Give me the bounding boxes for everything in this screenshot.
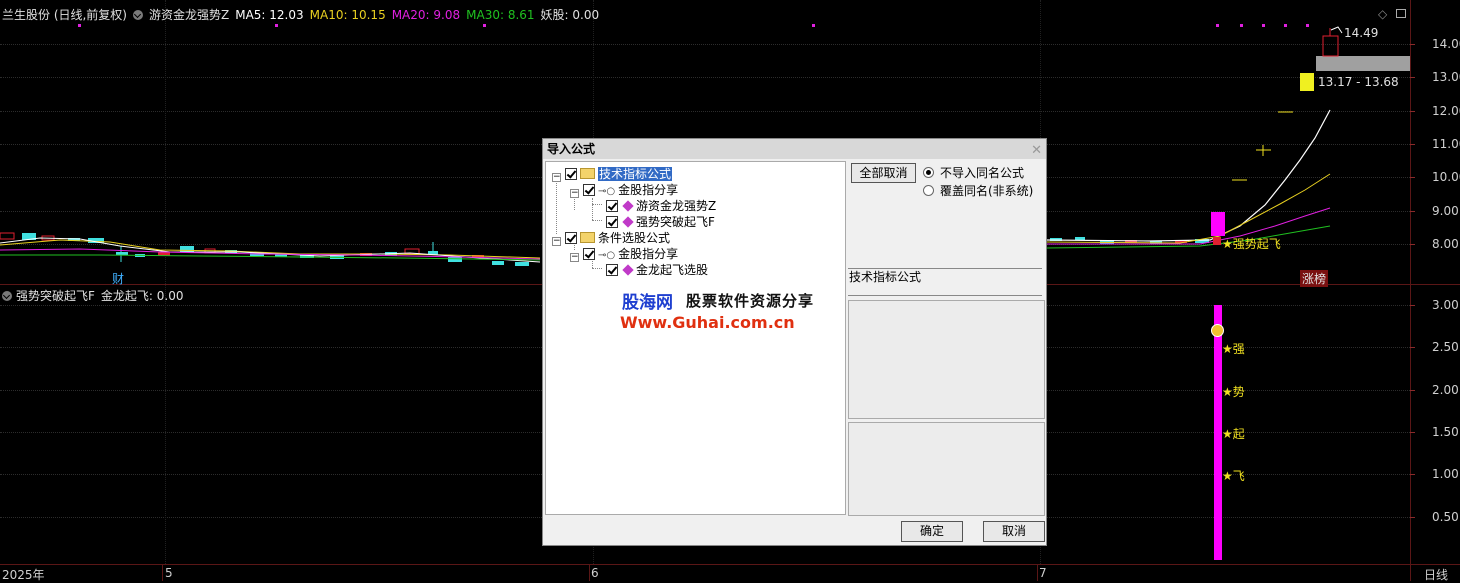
- zhangbang-badge[interactable]: 涨榜: [1300, 270, 1329, 287]
- checkbox-item2[interactable]: [606, 216, 618, 228]
- chart-header: 兰生股份 (日线,前复权) 游资金龙强势Z MA5: 12.03 MA10: 10.1…: [2, 6, 605, 23]
- tree-group-1[interactable]: − ⊸○ 金股指分享: [570, 182, 678, 198]
- sub-tick: 2.50: [1432, 340, 1459, 354]
- sub-tick: 3.00: [1432, 298, 1459, 312]
- price-tick: 9.00: [1432, 204, 1459, 218]
- signal-bar: [1214, 305, 1222, 560]
- cancel-all-button[interactable]: 全部取消: [851, 163, 916, 183]
- radio-icon[interactable]: [923, 167, 934, 178]
- collapse-icon[interactable]: −: [570, 189, 579, 198]
- yao-value: 妖股: 0.00: [540, 8, 600, 22]
- price-tick: 13.00: [1432, 70, 1460, 84]
- tree-label: 金股指分享: [618, 247, 679, 261]
- cancel-button[interactable]: 取消: [983, 521, 1045, 542]
- high-price-label: 14.49: [1344, 26, 1379, 40]
- option-overwrite[interactable]: 覆盖同名(非系统): [923, 182, 1033, 199]
- checkbox-root2[interactable]: [565, 232, 577, 244]
- ok-button[interactable]: 确定: [901, 521, 963, 542]
- checkbox-group1[interactable]: [583, 184, 595, 196]
- formula-tree[interactable]: − 技术指标公式 − ⊸○ 金股指分享 游资金龙强势Z 强势突破起飞F − 条件选股公式…: [545, 161, 846, 515]
- x-axis-border: [0, 564, 1460, 565]
- sub-tick: 2.00: [1432, 383, 1459, 397]
- x-month-label: 7: [1039, 566, 1047, 580]
- tree-group-2[interactable]: − ⊸○ 金股指分享: [570, 246, 678, 262]
- radio-icon[interactable]: [923, 185, 934, 196]
- tree-item-3[interactable]: 金龙起飞选股: [606, 262, 708, 278]
- window-toggle-icon[interactable]: [1396, 9, 1406, 18]
- price-tick: 10.00: [1432, 170, 1460, 184]
- tree-root-condition[interactable]: − 条件选股公式: [552, 230, 670, 246]
- checkbox-root1[interactable]: [565, 168, 577, 180]
- axis-border: [1410, 0, 1411, 581]
- tree-label: 金股指分享: [618, 183, 679, 197]
- sub-tick: 0.50: [1432, 510, 1459, 524]
- ma10-value: MA10: 10.15: [309, 8, 386, 22]
- close-icon[interactable]: ✕: [1031, 141, 1042, 161]
- formula-icon: [622, 264, 634, 276]
- collapse-icon[interactable]: −: [552, 173, 561, 182]
- tree-item-2[interactable]: 强势突破起飞F: [606, 214, 715, 230]
- option-label: 覆盖同名(非系统): [940, 184, 1034, 198]
- money-bag-icon: [1211, 324, 1224, 337]
- tree-label: 技术指标公式: [598, 167, 673, 181]
- sub-tick: 1.00: [1432, 467, 1459, 481]
- collapse-icon[interactable]: −: [552, 237, 561, 246]
- description-panel[interactable]: [848, 300, 1045, 419]
- star-label-2: ★势: [1222, 385, 1245, 399]
- sub-chart-header: 强势突破起飞F 金龙起飞: 0.00: [2, 287, 183, 304]
- parameter-panel[interactable]: [848, 422, 1045, 516]
- tree-label: 强势突破起飞F: [636, 215, 715, 229]
- category-label: 技术指标公式: [849, 270, 922, 284]
- indicator-name[interactable]: 游资金龙强势Z: [149, 8, 229, 22]
- range-label: 13.17 - 13.68: [1318, 75, 1399, 89]
- price-tick: 12.00: [1432, 104, 1460, 118]
- import-formula-dialog: 导入公式 ✕ − 技术指标公式 − ⊸○ 金股指分享 游资金龙强势Z 强势突破起飞F …: [542, 138, 1047, 546]
- x-month-label: 6: [591, 566, 599, 580]
- checkbox-group2[interactable]: [583, 248, 595, 260]
- formula-icon: [622, 216, 634, 228]
- tree-root-technical[interactable]: − 技术指标公式: [552, 166, 673, 182]
- signal-label: ★强势起飞: [1222, 237, 1281, 251]
- sub-indicator-name[interactable]: 强势突破起飞F: [16, 289, 95, 303]
- folder-icon: [580, 168, 595, 179]
- finance-marker[interactable]: 财: [112, 270, 124, 287]
- folder-icon: [580, 232, 595, 243]
- ma20-value: MA20: 9.08: [391, 8, 461, 22]
- price-tick: 8.00: [1432, 237, 1459, 251]
- tree-label: 金龙起飞选股: [636, 263, 709, 277]
- star-label-3: ★起: [1222, 427, 1245, 441]
- sub-indicator-value: 金龙起飞: 0.00: [100, 289, 184, 303]
- tree-item-1[interactable]: 游资金龙强势Z: [606, 198, 716, 214]
- x-year-label: 2025年: [2, 568, 45, 582]
- watermark-slogan: 股票软件资源分享: [686, 292, 815, 310]
- checkbox-item3[interactable]: [606, 264, 618, 276]
- star-label-1: ★强: [1222, 342, 1245, 356]
- ma30-value: MA30: 8.61: [466, 8, 535, 22]
- price-tick: 11.00: [1432, 137, 1460, 151]
- option-skip-duplicate[interactable]: 不导入同名公式: [923, 164, 1024, 181]
- x-month-label: 5: [165, 566, 173, 580]
- dropdown-icon[interactable]: [2, 291, 12, 301]
- watermark-url: Www.Guhai.com.cn: [620, 313, 795, 332]
- price-tick: 14.00: [1432, 37, 1460, 51]
- dropdown-icon[interactable]: [133, 10, 143, 20]
- diamond-icon[interactable]: ◇: [1378, 7, 1387, 21]
- tree-label: 游资金龙强势Z: [636, 199, 717, 213]
- formula-icon: [622, 200, 634, 212]
- watermark-site: 股海网: [622, 293, 673, 313]
- period-button[interactable]: 日线: [1424, 566, 1448, 583]
- stock-title[interactable]: 兰生股份 (日线,前复权): [2, 8, 127, 22]
- collapse-icon[interactable]: −: [570, 253, 579, 262]
- dialog-titlebar[interactable]: 导入公式 ✕: [543, 139, 1046, 159]
- star-label-4: ★飞: [1222, 469, 1245, 483]
- sub-tick: 1.50: [1432, 425, 1459, 439]
- checkbox-item1[interactable]: [606, 200, 618, 212]
- tree-label: 条件选股公式: [598, 231, 671, 245]
- dialog-title: 导入公式: [547, 142, 596, 156]
- ma5-value: MA5: 12.03: [235, 8, 304, 22]
- option-label: 不导入同名公式: [940, 166, 1025, 180]
